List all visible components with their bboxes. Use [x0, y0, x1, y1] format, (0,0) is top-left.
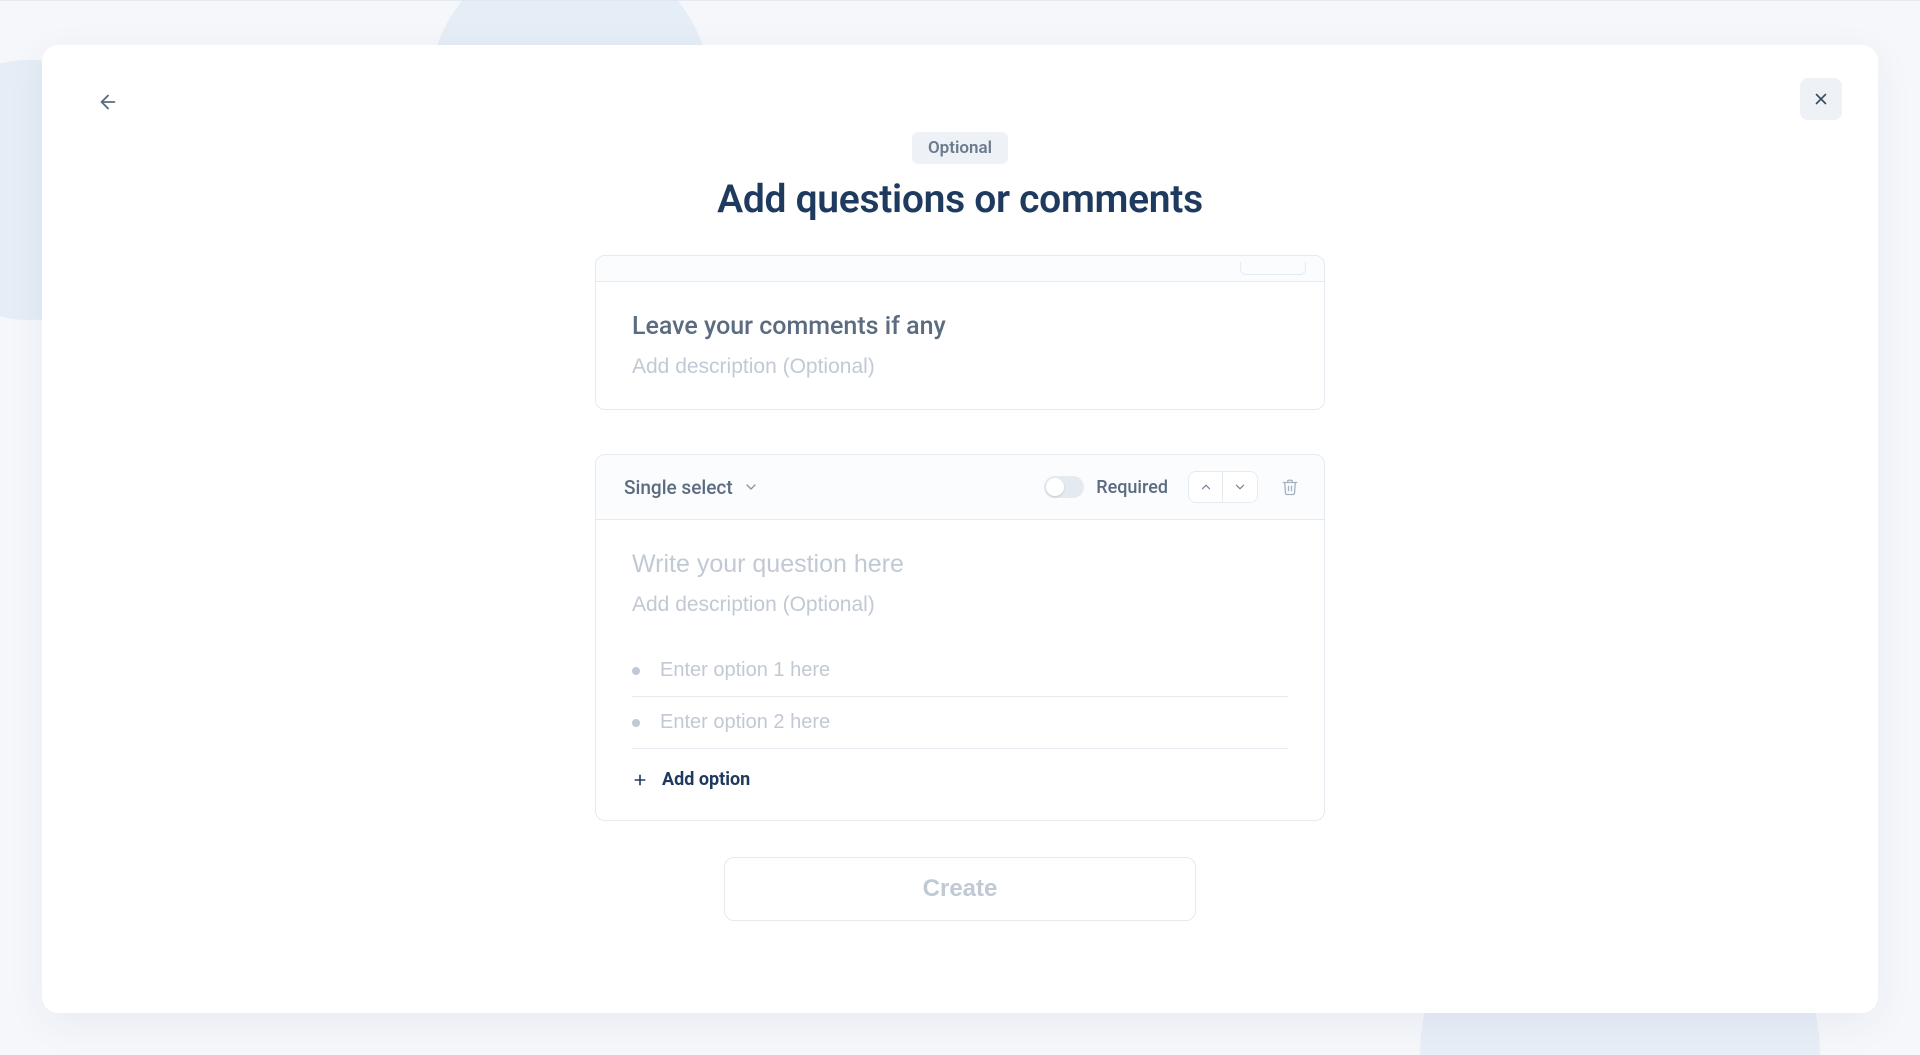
option-input[interactable] [660, 659, 1288, 682]
description-input[interactable] [632, 355, 1288, 379]
question-input[interactable] [632, 550, 1288, 579]
add-option-label: Add option [662, 769, 750, 790]
optional-badge: Optional [912, 132, 1008, 164]
close-button[interactable] [1800, 78, 1842, 120]
plus-icon [632, 772, 648, 788]
option-row [632, 645, 1288, 697]
chevron-down-icon [1233, 480, 1247, 494]
question-type-label: Single select [624, 476, 733, 499]
back-button[interactable] [88, 82, 128, 122]
question-card: Single select Required [595, 454, 1325, 821]
move-up-button[interactable] [1189, 472, 1223, 502]
question-type-select[interactable]: Single select [616, 472, 767, 503]
required-toggle-wrap: Required [1044, 476, 1168, 498]
delete-button[interactable] [1276, 473, 1304, 501]
card-toolbar: Single select Required [596, 455, 1324, 520]
required-toggle[interactable] [1044, 476, 1084, 498]
chevron-up-icon [1199, 480, 1213, 494]
top-border [0, 0, 1920, 1]
card-header-peek [596, 256, 1324, 282]
option-input[interactable] [660, 711, 1288, 734]
chevron-down-icon [743, 479, 759, 495]
close-icon [1812, 90, 1830, 108]
bullet-icon [632, 719, 640, 727]
page-title: Add questions or comments [717, 176, 1203, 222]
create-button[interactable]: Create [724, 857, 1196, 921]
trash-icon [1281, 478, 1299, 496]
bullet-icon [632, 667, 640, 675]
required-label: Required [1096, 477, 1168, 498]
modal-header: Optional Add questions or comments [0, 132, 1920, 222]
description-input[interactable] [632, 593, 1288, 617]
arrow-left-icon [97, 91, 119, 113]
question-card: Leave your comments if any [595, 255, 1325, 410]
move-down-button[interactable] [1223, 472, 1257, 502]
toggle-knob [1046, 478, 1064, 496]
reorder-group [1188, 471, 1258, 503]
option-row [632, 697, 1288, 749]
options-list: Add option [632, 645, 1288, 790]
add-option-button[interactable]: Add option [632, 769, 1288, 790]
question-title[interactable]: Leave your comments if any [632, 312, 1288, 341]
content-area: Leave your comments if any Single select… [595, 255, 1325, 921]
